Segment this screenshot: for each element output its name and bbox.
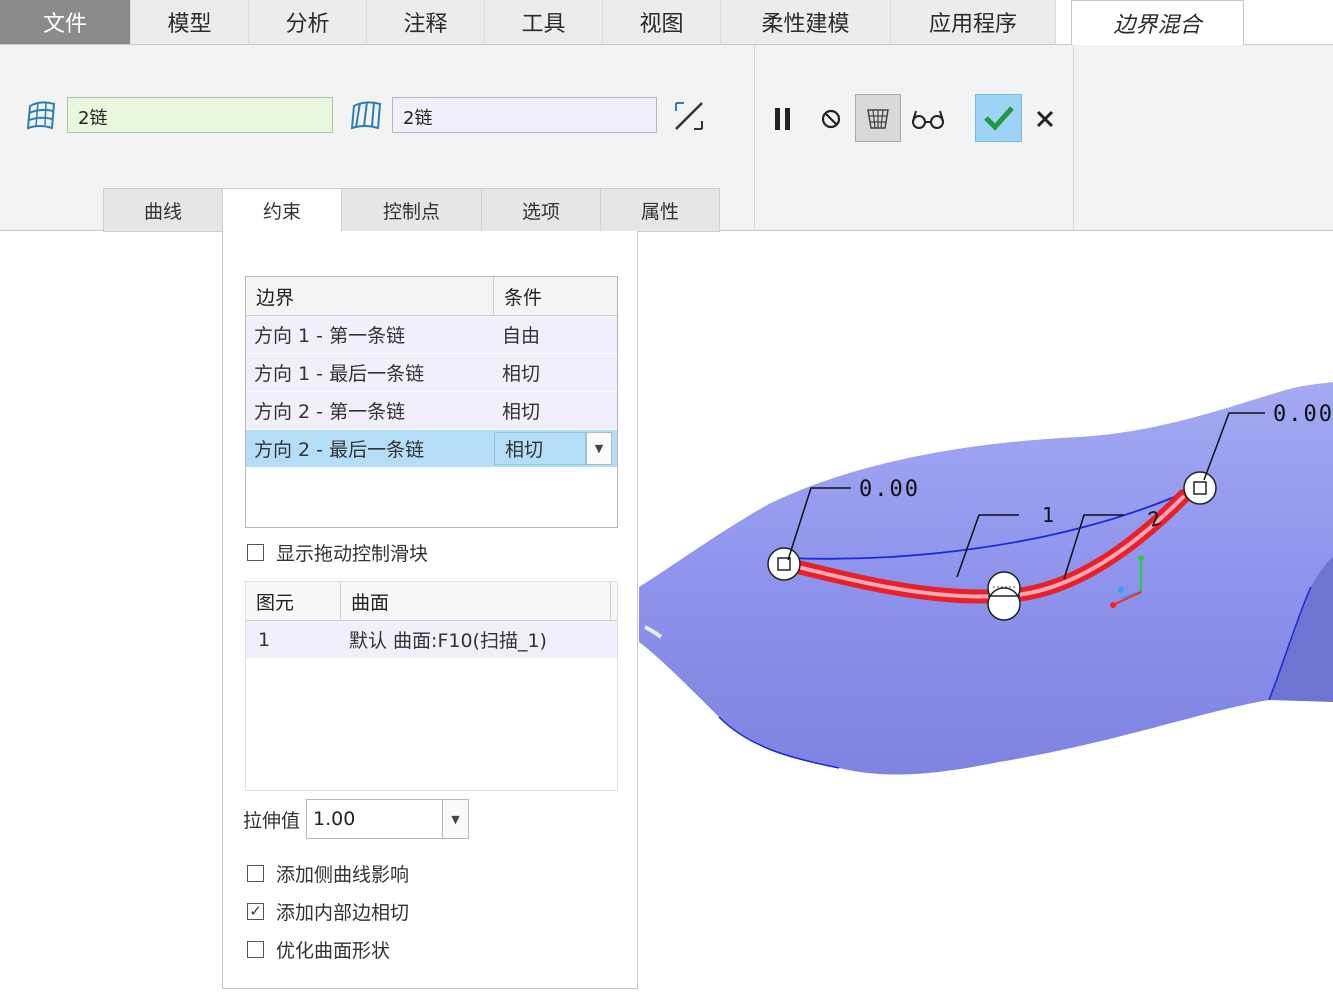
tab-analysis[interactable]: 分析 bbox=[249, 0, 367, 44]
right-endpoint-square bbox=[1193, 481, 1207, 495]
stretch-value-group: 拉伸值 1.00 ▼ bbox=[243, 799, 470, 839]
tab-model[interactable]: 模型 bbox=[131, 0, 249, 44]
boundary-cell: 方向 2 - 第一条链 bbox=[254, 401, 406, 423]
chevron-down-icon[interactable]: ▼ bbox=[586, 432, 612, 465]
subtab-curves[interactable]: 曲线 bbox=[103, 188, 223, 232]
tab-applications[interactable]: 应用程序 bbox=[891, 0, 1056, 44]
condition-cell[interactable]: 相切 bbox=[494, 392, 612, 429]
model-surface[interactable] bbox=[639, 382, 1333, 775]
approximate-blend-icon[interactable] bbox=[668, 95, 710, 137]
condition-dropdown[interactable]: 相切 ▼ bbox=[494, 430, 612, 467]
table-row[interactable]: 1 默认 曲面:F10(扫描_1) bbox=[246, 621, 617, 659]
add-inner-edge-tangency-checkbox[interactable]: ✓ bbox=[247, 902, 264, 920]
show-drag-slider-checkbox[interactable] bbox=[247, 543, 264, 561]
dim-right-value[interactable]: 0.00 bbox=[1273, 402, 1333, 427]
optimize-surface-shape-label: 优化曲面形状 bbox=[276, 939, 391, 962]
optimize-surface-shape-checkbox[interactable] bbox=[247, 940, 264, 958]
optimize-surface-shape-option[interactable]: 优化曲面形状 bbox=[247, 937, 391, 962]
subtab-constraints[interactable]: 约束 bbox=[222, 188, 342, 233]
ribbon-tab-bar: 文件 模型 分析 注释 工具 视图 柔性建模 应用程序 边界混合 bbox=[0, 0, 1333, 45]
boundary-cell: 方向 1 - 第一条链 bbox=[254, 325, 406, 347]
cancel-x-icon[interactable] bbox=[1026, 99, 1064, 139]
condition-cell[interactable]: 自由 bbox=[494, 316, 612, 353]
add-inner-edge-tangency-label: 添加内部边相切 bbox=[276, 901, 410, 924]
column-header-condition: 条件 bbox=[504, 286, 543, 309]
geometry-preview-icon[interactable] bbox=[855, 94, 901, 142]
direction2-chain-field[interactable]: 2链 bbox=[392, 97, 657, 133]
add-side-curve-influence-option[interactable]: 添加侧曲线影响 bbox=[247, 861, 410, 886]
add-inner-edge-tangency-option[interactable]: ✓ 添加内部边相切 bbox=[247, 899, 410, 924]
tab-file[interactable]: 文件 bbox=[0, 0, 131, 44]
boundary-cell: 方向 1 - 最后一条链 bbox=[254, 363, 425, 385]
tab-flexible-modeling[interactable]: 柔性建模 bbox=[721, 0, 891, 44]
boundary-cell: 方向 2 - 最后一条链 bbox=[254, 439, 425, 461]
show-drag-slider-label: 显示拖动控制滑块 bbox=[276, 542, 429, 565]
curve-label-1: 1 bbox=[1042, 503, 1054, 527]
table-row-selected[interactable]: 方向 2 - 最后一条链 相切 ▼ bbox=[246, 430, 617, 468]
ribbon-separator bbox=[1073, 45, 1074, 231]
constraints-panel: 边界 条件 方向 1 - 第一条链 自由 方向 1 - 最后一条链 相切 方向 … bbox=[222, 231, 638, 989]
condition-cell[interactable]: 相切 bbox=[494, 354, 612, 391]
tab-annotate[interactable]: 注释 bbox=[367, 0, 485, 44]
boundary-condition-table: 边界 条件 方向 1 - 第一条链 自由 方向 1 - 最后一条链 相切 方向 … bbox=[245, 276, 618, 528]
first-direction-icon[interactable] bbox=[22, 97, 60, 133]
subtab-control-points[interactable]: 控制点 bbox=[341, 188, 482, 232]
direction1-chain-field[interactable]: 2链 bbox=[67, 97, 333, 133]
verify-glasses-icon[interactable] bbox=[906, 99, 950, 139]
mid-drag-handle-bottom[interactable] bbox=[987, 587, 1021, 621]
element-surface-table: 图元 曲面 1 默认 曲面:F10(扫描_1) bbox=[245, 581, 618, 791]
subtab-properties[interactable]: 属性 bbox=[600, 188, 720, 232]
stretch-value-label: 拉伸值 bbox=[243, 809, 301, 832]
tab-view[interactable]: 视图 bbox=[603, 0, 721, 44]
subtab-options[interactable]: 选项 bbox=[481, 188, 601, 232]
dim-left-value[interactable]: 0.00 bbox=[859, 477, 920, 502]
column-header-element: 图元 bbox=[246, 582, 341, 620]
add-side-curve-influence-checkbox[interactable] bbox=[247, 864, 264, 882]
surface-cell[interactable]: 默认 曲面:F10(扫描_1) bbox=[341, 621, 611, 658]
column-header-surface: 曲面 bbox=[341, 582, 611, 620]
table-row[interactable]: 方向 2 - 第一条链 相切 bbox=[246, 392, 617, 430]
model-viewport[interactable]: 0.00 0.00 1 2 bbox=[639, 232, 1333, 994]
ribbon: 2链 2链 曲线 约束 控制点 选项 属性 bbox=[0, 44, 1333, 233]
tab-tools[interactable]: 工具 bbox=[485, 0, 603, 44]
second-direction-icon[interactable] bbox=[346, 97, 386, 133]
tab-boundary-blend[interactable]: 边界混合 bbox=[1071, 0, 1244, 45]
ribbon-separator bbox=[754, 45, 755, 231]
add-side-curve-influence-label: 添加侧曲线影响 bbox=[276, 863, 410, 886]
no-preview-icon[interactable] bbox=[812, 99, 850, 139]
column-header-boundary: 边界 bbox=[246, 277, 494, 315]
confirm-check-icon[interactable] bbox=[975, 94, 1022, 142]
stretch-value-combobox[interactable]: 1.00 ▼ bbox=[306, 799, 470, 839]
table-row[interactable]: 方向 1 - 最后一条链 相切 bbox=[246, 354, 617, 392]
model-graphics[interactable]: 0.00 0.00 1 2 bbox=[639, 232, 1333, 994]
chevron-down-icon[interactable]: ▼ bbox=[442, 800, 469, 838]
table-row[interactable]: 方向 1 - 第一条链 自由 bbox=[246, 316, 617, 354]
element-cell: 1 bbox=[258, 628, 271, 651]
show-drag-slider-option[interactable]: 显示拖动控制滑块 bbox=[247, 540, 429, 565]
pause-icon[interactable] bbox=[764, 99, 802, 139]
condition-dropdown-value: 相切 bbox=[494, 432, 586, 465]
stretch-value-input[interactable]: 1.00 bbox=[307, 800, 442, 838]
